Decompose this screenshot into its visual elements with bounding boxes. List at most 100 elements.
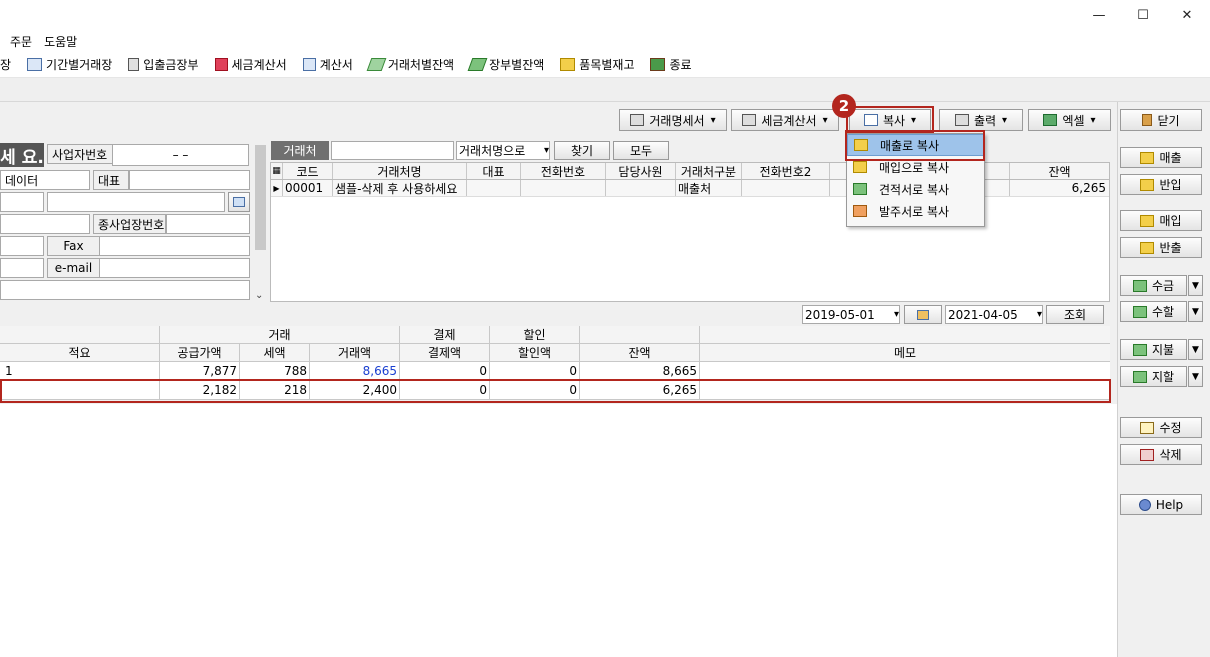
- toolbar-item-book-balance[interactable]: 장부별잔액: [467, 56, 544, 73]
- menu-help[interactable]: 도움말: [38, 33, 83, 50]
- close-window-button[interactable]: ✕: [1164, 0, 1210, 30]
- ledger-empty-area: [0, 404, 1117, 657]
- purchase-return-button[interactable]: 반출: [1120, 237, 1202, 258]
- search-label: 거래처: [271, 141, 329, 160]
- maximize-button[interactable]: ☐: [1120, 0, 1166, 30]
- pay-discount-button[interactable]: 지할: [1120, 366, 1187, 387]
- branch-no-field[interactable]: [166, 214, 250, 234]
- cell-phone: [521, 180, 606, 196]
- col-kind[interactable]: 거래처구분: [676, 163, 742, 179]
- query-label: 조회: [1063, 308, 1087, 322]
- toolbar-item-tax-invoice[interactable]: 세금계산서: [214, 56, 287, 73]
- ledger-group-header: 거래 결제 할인: [0, 326, 1110, 344]
- col-phone2[interactable]: 전화번호2: [742, 163, 830, 179]
- pay-dropdown[interactable]: ▼: [1188, 339, 1203, 360]
- excel-button[interactable]: 엑셀: [1028, 109, 1111, 131]
- menu-item-copy-to-estimate[interactable]: 견적서로 복사: [847, 178, 984, 200]
- biz-no-field[interactable]: – –: [112, 144, 249, 166]
- pay-label: 지불: [1151, 343, 1175, 357]
- toolbar-label: 입출금장부: [143, 58, 199, 72]
- receive-discount-button[interactable]: 수할: [1120, 301, 1187, 322]
- search-icon: [233, 197, 245, 207]
- col-balance[interactable]: 잔액: [1010, 163, 1109, 179]
- col-supply[interactable]: 공급가액: [160, 344, 240, 361]
- show-all-button[interactable]: 모두: [613, 141, 669, 160]
- zip-field[interactable]: [0, 192, 44, 212]
- date-from-field[interactable]: 2019-05-01: [802, 305, 900, 324]
- sale-button[interactable]: 매출: [1120, 147, 1202, 168]
- delete-button[interactable]: 삭제: [1120, 444, 1202, 465]
- fax-field[interactable]: [99, 236, 250, 256]
- col-staff[interactable]: 담당사원: [606, 163, 676, 179]
- help-button[interactable]: Help: [1120, 494, 1202, 515]
- edit-button[interactable]: 수정: [1120, 417, 1202, 438]
- find-button[interactable]: 찾기: [554, 141, 610, 160]
- col-tax[interactable]: 세액: [240, 344, 310, 361]
- purchase-button[interactable]: 매입: [1120, 210, 1202, 231]
- date-to-field[interactable]: 2021-04-05: [945, 305, 1043, 324]
- col-discount[interactable]: 할인액: [490, 344, 580, 361]
- receive-dropdown[interactable]: ▼: [1188, 275, 1203, 296]
- menu-item-label: 발주서로 복사: [879, 204, 950, 219]
- scrollbar-thumb[interactable]: [255, 145, 266, 250]
- toolbar-item-exit[interactable]: 종료: [650, 56, 692, 73]
- toolbar-item-item-stock[interactable]: 품목별재고: [560, 56, 634, 73]
- group-blank: [0, 326, 160, 343]
- receive-label: 수금: [1151, 279, 1175, 293]
- biz-type-field[interactable]: [0, 214, 90, 234]
- toolbar-item-invoice[interactable]: 계산서: [302, 56, 353, 73]
- calendar-button[interactable]: [904, 305, 942, 324]
- tax-invoice-label: 세금계산서: [761, 113, 817, 128]
- ledger-icon: [27, 58, 43, 71]
- menu-order[interactable]: 주문: [0, 33, 38, 50]
- query-button[interactable]: 조회: [1046, 305, 1104, 324]
- col-memo-summary[interactable]: 적요: [0, 344, 160, 361]
- group-settle: 결제: [400, 326, 490, 343]
- table-row[interactable]: 1 7,877 788 8,665 0 0 8,665: [0, 362, 1110, 380]
- close-label: 닫기: [1157, 113, 1180, 128]
- toolbar-item-period-ledger[interactable]: 기간별거래장: [27, 56, 112, 73]
- toolbar-item-cashbook[interactable]: 입출금장부: [128, 56, 199, 73]
- menu-item-copy-to-order[interactable]: 발주서로 복사: [847, 200, 984, 222]
- email-field[interactable]: [99, 258, 250, 278]
- purchase-label: 매입: [1159, 214, 1182, 228]
- search-mode-select[interactable]: 거래처명으로: [456, 141, 550, 160]
- chevron-down-icon: ▼: [1192, 306, 1199, 317]
- mobile-field[interactable]: [0, 258, 44, 278]
- col-rep[interactable]: 대표: [467, 163, 521, 179]
- address-search-button[interactable]: [228, 192, 250, 212]
- menu-item-label: 견적서로 복사: [879, 182, 950, 197]
- print-button[interactable]: 출력: [939, 109, 1023, 131]
- col-name[interactable]: 거래처명: [333, 163, 467, 179]
- statement-button[interactable]: 거래명세서: [619, 109, 727, 131]
- client-search-input[interactable]: [331, 141, 454, 160]
- minimize-button[interactable]: —: [1076, 0, 1122, 30]
- printer-icon: [630, 114, 645, 126]
- col-phone[interactable]: 전화번호: [521, 163, 606, 179]
- cell-tax: 788: [240, 362, 310, 379]
- scroll-down-icon[interactable]: ⌄: [255, 290, 263, 301]
- toolbar-item-partial[interactable]: 장: [0, 56, 11, 73]
- sale-return-button[interactable]: 반입: [1120, 174, 1202, 195]
- col-memo[interactable]: 메모: [700, 344, 1110, 361]
- col-settle[interactable]: 결제액: [400, 344, 490, 361]
- close-button[interactable]: 닫기: [1120, 109, 1202, 131]
- main-toolbar: 장 기간별거래장 입출금장부 세금계산서 계산서 거래처별잔액 장부별잔액 품목…: [0, 52, 1210, 78]
- col-amount[interactable]: 거래액: [310, 344, 400, 361]
- pay-discount-dropdown[interactable]: ▼: [1188, 366, 1203, 387]
- address-field[interactable]: [47, 192, 225, 212]
- toolbar-item-client-balance[interactable]: 거래처별잔액: [366, 56, 454, 73]
- col-balance[interactable]: 잔액: [580, 344, 700, 361]
- form-scrollbar[interactable]: ⌄: [253, 141, 268, 301]
- memo-field[interactable]: [0, 280, 250, 300]
- help-icon: [1138, 498, 1151, 511]
- col-code[interactable]: 코드: [283, 163, 333, 179]
- tax-invoice-button[interactable]: 세금계산서: [731, 109, 839, 131]
- money-icon: [366, 58, 387, 71]
- group-blank3: [700, 326, 1110, 343]
- phone-field[interactable]: [0, 236, 44, 256]
- receive-discount-dropdown[interactable]: ▼: [1188, 301, 1203, 322]
- pay-button[interactable]: 지불: [1120, 339, 1187, 360]
- receive-button[interactable]: 수금: [1120, 275, 1187, 296]
- rep-field[interactable]: [129, 170, 250, 190]
